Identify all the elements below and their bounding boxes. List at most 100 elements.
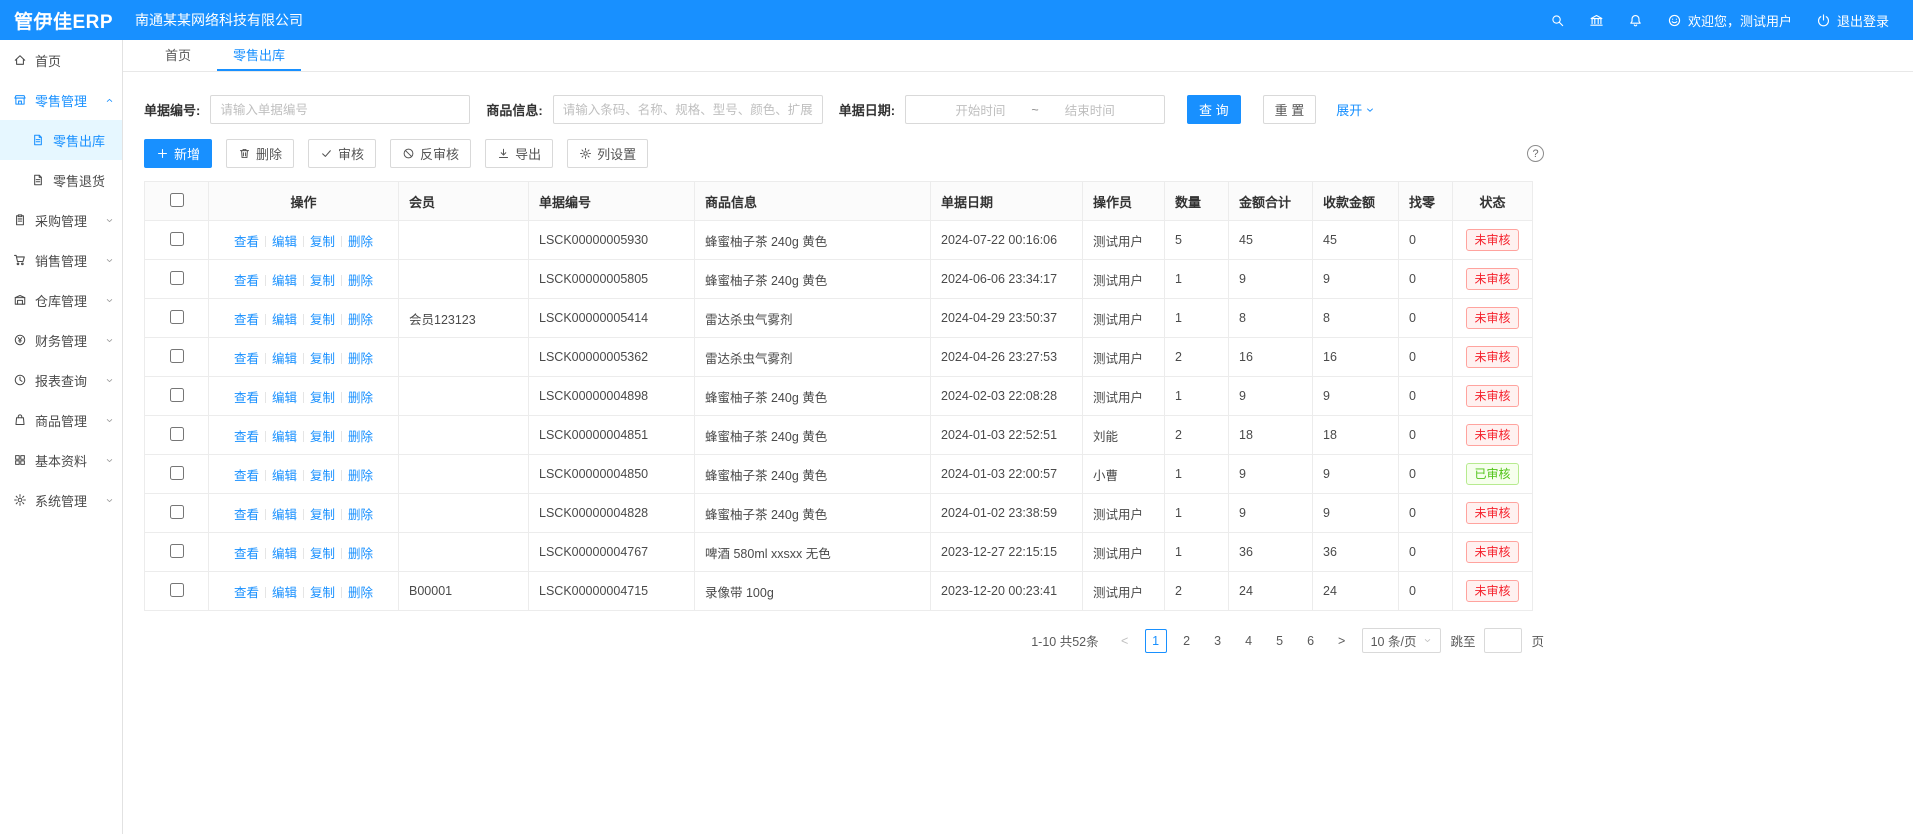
edit-link[interactable]: 编辑	[272, 508, 297, 522]
select-all-checkbox[interactable]	[170, 193, 184, 207]
view-link[interactable]: 查看	[234, 391, 259, 405]
sidebar-item-system-management[interactable]: 系统管理	[0, 480, 122, 520]
sidebar-item-sales-management[interactable]: 销售管理	[0, 240, 122, 280]
copy-link[interactable]: 复制	[310, 313, 335, 327]
row-checkbox[interactable]	[170, 388, 184, 402]
page-button[interactable]: 5	[1269, 629, 1291, 653]
row-checkbox[interactable]	[170, 271, 184, 285]
delete-link[interactable]: 删除	[348, 235, 373, 249]
sidebar-item-product-management[interactable]: 商品管理	[0, 400, 122, 440]
row-checkbox[interactable]	[170, 427, 184, 441]
reset-button[interactable]: 重 置	[1263, 95, 1317, 124]
view-link[interactable]: 查看	[234, 235, 259, 249]
sidebar-item-label: 采购管理	[35, 211, 87, 230]
jump-page-input[interactable]	[1484, 628, 1522, 653]
row-checkbox[interactable]	[170, 310, 184, 324]
view-link[interactable]: 查看	[234, 352, 259, 366]
audit-button[interactable]: 审核	[308, 139, 376, 168]
edit-link[interactable]: 编辑	[272, 352, 297, 366]
table-row: 查看编辑复制删除 会员123123 LSCK00000005414 雷达杀虫气雾…	[145, 299, 1533, 338]
copy-link[interactable]: 复制	[310, 469, 335, 483]
amount-cell: 8	[1229, 299, 1313, 338]
delete-link[interactable]: 删除	[348, 352, 373, 366]
sidebar-item-report-query[interactable]: 报表查询	[0, 360, 122, 400]
edit-link[interactable]: 编辑	[272, 430, 297, 444]
copy-link[interactable]: 复制	[310, 352, 335, 366]
sidebar-item-home[interactable]: 首页	[0, 40, 122, 80]
export-button[interactable]: 导出	[485, 139, 553, 168]
prev-page-button[interactable]: <	[1114, 629, 1136, 653]
view-link[interactable]: 查看	[234, 586, 259, 600]
edit-link[interactable]: 编辑	[272, 274, 297, 288]
date-range-input[interactable]: 开始时间 ~ 结束时间	[905, 95, 1165, 124]
search-button[interactable]: 查 询	[1187, 95, 1241, 124]
page-button[interactable]: 1	[1145, 629, 1167, 653]
edit-link[interactable]: 编辑	[272, 235, 297, 249]
page-size-select[interactable]: 10 条/页	[1362, 628, 1442, 653]
column-settings-button[interactable]: 列设置	[567, 139, 648, 168]
edit-link[interactable]: 编辑	[272, 586, 297, 600]
view-link[interactable]: 查看	[234, 469, 259, 483]
row-checkbox[interactable]	[170, 232, 184, 246]
tab-home[interactable]: 首页	[149, 40, 207, 71]
copy-link[interactable]: 复制	[310, 547, 335, 561]
row-checkbox[interactable]	[170, 505, 184, 519]
bank-icon[interactable]	[1589, 13, 1604, 28]
bell-icon[interactable]	[1628, 13, 1643, 28]
sidebar-item-warehouse-management[interactable]: 仓库管理	[0, 280, 122, 320]
sidebar-item-retail-management[interactable]: 零售管理	[0, 80, 122, 120]
chevron-down-icon	[105, 256, 114, 265]
tab-retail-outbound[interactable]: 零售出库	[217, 40, 301, 71]
edit-link[interactable]: 编辑	[272, 313, 297, 327]
page-button[interactable]: 4	[1238, 629, 1260, 653]
edit-link[interactable]: 编辑	[272, 469, 297, 483]
status-badge: 未审核	[1466, 346, 1518, 369]
product-info-input[interactable]	[553, 95, 823, 124]
header-product: 商品信息	[695, 182, 931, 221]
view-link[interactable]: 查看	[234, 508, 259, 522]
delete-link[interactable]: 删除	[348, 313, 373, 327]
copy-link[interactable]: 复制	[310, 586, 335, 600]
page-button[interactable]: 6	[1300, 629, 1322, 653]
page-button[interactable]: 3	[1207, 629, 1229, 653]
delete-link[interactable]: 删除	[348, 508, 373, 522]
sidebar-item-retail-return[interactable]: 零售退货	[0, 160, 122, 200]
delete-link[interactable]: 删除	[348, 586, 373, 600]
view-link[interactable]: 查看	[234, 430, 259, 444]
row-checkbox[interactable]	[170, 544, 184, 558]
logout-button[interactable]: 退出登录	[1816, 11, 1889, 30]
next-page-button[interactable]: >	[1331, 629, 1353, 653]
edit-link[interactable]: 编辑	[272, 391, 297, 405]
edit-link[interactable]: 编辑	[272, 547, 297, 561]
delete-link[interactable]: 删除	[348, 274, 373, 288]
expand-link[interactable]: 展开	[1336, 100, 1375, 119]
copy-link[interactable]: 复制	[310, 508, 335, 522]
copy-link[interactable]: 复制	[310, 430, 335, 444]
sidebar-item-basic-data[interactable]: 基本资料	[0, 440, 122, 480]
delete-link[interactable]: 删除	[348, 547, 373, 561]
unaudit-button[interactable]: 反审核	[390, 139, 471, 168]
copy-link[interactable]: 复制	[310, 274, 335, 288]
delete-link[interactable]: 删除	[348, 430, 373, 444]
row-checkbox[interactable]	[170, 466, 184, 480]
sidebar-item-finance-management[interactable]: 财务管理	[0, 320, 122, 360]
add-button[interactable]: 新增	[144, 139, 212, 168]
delete-link[interactable]: 删除	[348, 469, 373, 483]
bill-no-input[interactable]	[210, 95, 470, 124]
copy-link[interactable]: 复制	[310, 235, 335, 249]
sidebar-item-retail-outbound[interactable]: 零售出库	[0, 120, 122, 160]
copy-link[interactable]: 复制	[310, 391, 335, 405]
welcome-user[interactable]: 欢迎您，测试用户	[1667, 11, 1792, 30]
delete-link[interactable]: 删除	[348, 391, 373, 405]
row-checkbox[interactable]	[170, 583, 184, 597]
view-link[interactable]: 查看	[234, 313, 259, 327]
view-link[interactable]: 查看	[234, 274, 259, 288]
help-icon[interactable]: ?	[1527, 145, 1544, 162]
view-link[interactable]: 查看	[234, 547, 259, 561]
sidebar-item-purchase-management[interactable]: 采购管理	[0, 200, 122, 240]
delete-button[interactable]: 删除	[226, 139, 294, 168]
row-checkbox[interactable]	[170, 349, 184, 363]
unaudit-label: 反审核	[420, 144, 459, 163]
page-button[interactable]: 2	[1176, 629, 1198, 653]
search-icon[interactable]	[1550, 13, 1565, 28]
